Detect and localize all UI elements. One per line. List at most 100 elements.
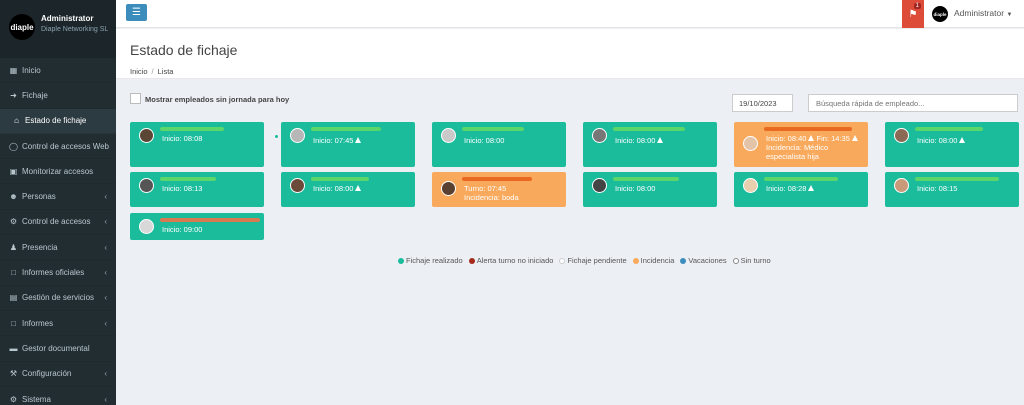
notifications-count-badge: 1 [913, 3, 921, 9]
warning-icon [355, 185, 362, 191]
employee-name-redacted [160, 127, 224, 131]
legend-dot [468, 257, 475, 264]
sidebar-item-gestion-servicios[interactable]: ▤ Gestión de servicios ‹ [0, 286, 116, 311]
chevron-left-icon: ‹ [104, 318, 107, 328]
sidebar-toggle-button[interactable]: ☰ [126, 4, 147, 21]
employee-card[interactable]: Inicio: 08:13 [130, 172, 264, 207]
sidebar-item-informes[interactable]: □ Informes ‹ [0, 311, 116, 337]
sidebar-item-control-accesos[interactable]: ⚙ Control de accesos ‹ [0, 210, 116, 236]
user-menu[interactable]: Administrator ▼ [954, 8, 1012, 18]
status-legend: Fichaje realizado Alerta turno no inicia… [398, 256, 771, 265]
sidebar-item-label: Informes oficiales [22, 268, 85, 278]
page-title: Estado de fichaje [130, 42, 238, 58]
sidebar-item-inicio[interactable]: ▦ Inicio [0, 58, 116, 84]
sidebar-item-estado-de-fichaje[interactable]: ⌂ Estado de fichaje [0, 108, 116, 134]
sidebar-item-configuracion[interactable]: ⚒ Configuración ‹ [0, 362, 116, 387]
sidebar: diaple Administrator Diaple Networking S… [0, 0, 116, 405]
card-line-1: Inicio: 08:13 [162, 184, 203, 193]
wrench-icon: ⚒ [9, 369, 18, 379]
sidebar-item-control-accesos-web[interactable]: ◯ Control de accesos Web [0, 134, 116, 160]
card-text: Inicio: 08:00 [313, 184, 354, 193]
employee-card[interactable]: Inicio: 08:28 [734, 172, 868, 207]
sidebar-item-label: Presencia [22, 242, 58, 252]
employee-avatar [743, 136, 758, 151]
users-icon: ☻ [9, 192, 18, 202]
notifications-button[interactable]: ⚑ 1 [902, 0, 924, 28]
user-panel: diaple Administrator Diaple Networking S… [0, 0, 116, 58]
user-avatar[interactable]: diaple [932, 6, 948, 22]
breadcrumb-separator: / [151, 67, 154, 76]
show-without-shift-checkbox[interactable] [130, 93, 141, 104]
user-menu-label: Administrator [954, 8, 1005, 18]
employee-avatar [894, 128, 909, 143]
company-logo: diaple [9, 14, 35, 40]
employee-name-redacted [764, 127, 852, 131]
legend-dot [632, 257, 639, 264]
employee-search-input[interactable] [808, 94, 1018, 112]
breadcrumb: Inicio / Lista [130, 67, 1010, 76]
employee-card[interactable]: Inicio: 08:00 [432, 122, 566, 167]
gear-icon: ⚙ [9, 217, 18, 227]
chevron-left-icon: ‹ [104, 217, 107, 227]
legend-dot [398, 257, 404, 264]
sign-in-icon: ➜ [10, 90, 17, 100]
employee-card[interactable]: Inicio: 08:00 [583, 172, 717, 207]
show-without-shift-label: Mostrar empleados sin jornada para hoy [145, 95, 290, 104]
breadcrumb-home-link[interactable]: Inicio [130, 67, 148, 76]
monitor-icon: ▣ [9, 166, 18, 176]
card-line-1: Turno: 07:45 [464, 184, 507, 193]
list-icon: ▤ [9, 293, 18, 303]
legend-item: Alerta turno no iniciado [468, 256, 553, 265]
sidebar-item-label: Monitorizar accesos [22, 166, 94, 176]
employee-avatar [441, 181, 456, 196]
employee-name-redacted [915, 127, 983, 131]
employee-card[interactable]: Inicio: 08:15 [885, 172, 1019, 207]
employee-card[interactable]: Inicio: 07:45 [281, 122, 415, 167]
user-name: Administrator [41, 14, 94, 23]
sidebar-item-label: Control de accesos [22, 217, 91, 227]
sidebar-item-sistema[interactable]: ⚙ Sistema ‹ [0, 387, 116, 405]
card-line-1: Inicio: 08:15 [917, 184, 958, 193]
employee-card[interactable]: Inicio: 08:00 [885, 122, 1019, 167]
sidebar-item-monitorizar-accesos[interactable]: ▣ Monitorizar accesos [0, 159, 116, 185]
employee-name-redacted [160, 218, 260, 222]
employee-avatar [743, 178, 758, 193]
folder-icon: ▬ [9, 343, 18, 353]
employee-card[interactable]: Inicio: 08:08 [130, 122, 264, 167]
chevron-left-icon: ‹ [104, 293, 107, 303]
circle-icon: ◯ [9, 141, 18, 151]
sidebar-item-label: Personas [22, 192, 56, 202]
card-line-1: Inicio: 08:00 [313, 184, 362, 193]
file-icon: □ [11, 318, 16, 328]
legend-item: Fichaje realizado [398, 256, 463, 265]
filter-row: Mostrar empleados sin jornada para hoy [130, 93, 1018, 113]
sidebar-item-informes-oficiales[interactable]: □ Informes oficiales ‹ [0, 260, 116, 286]
employee-card[interactable]: Inicio: 09:00 [130, 213, 264, 240]
employee-card[interactable]: Inicio: 08:40 Fin: 14:35 Incidencia: Méd… [734, 122, 868, 167]
card-text: Inicio: 08:40 [766, 134, 807, 143]
top-navbar: ☰ ⚑ 1 diaple Administrator ▼ [116, 0, 1024, 28]
date-field[interactable] [732, 94, 793, 112]
sidebar-item-presencia[interactable]: ♟ Presencia ‹ [0, 235, 116, 261]
sidebar-item-fichaje[interactable]: ➜ Fichaje [0, 83, 116, 109]
file-icon: □ [11, 268, 16, 278]
sidebar-item-label: Estado de fichaje [25, 116, 87, 126]
main-content: Estado de fichaje Inicio / Lista Mostrar e… [116, 29, 1024, 405]
legend-item: Sin turno [732, 256, 771, 265]
employee-card[interactable]: Inicio: 08:00 [583, 122, 717, 167]
sidebar-item-gestor-documental[interactable]: ▬ Gestor documental [0, 336, 116, 362]
employee-card[interactable]: Turno: 07:45 Incidencia: boda [432, 172, 566, 207]
sidebar-item-label: Informes [22, 318, 54, 328]
employee-avatar [139, 219, 154, 234]
legend-label: Fichaje pendiente [567, 256, 627, 265]
card-line-1: Inicio: 08:40 Fin: 14:35 [766, 134, 858, 143]
card-text: Inicio: 08:00 [917, 136, 958, 145]
legend-item: Fichaje pendiente [559, 256, 627, 265]
card-line-1: Inicio: 09:00 [162, 225, 203, 234]
sidebar-item-personas[interactable]: ☻ Personas ‹ [0, 184, 116, 210]
status-dot [275, 135, 278, 138]
employee-card[interactable]: Inicio: 08:00 [281, 172, 415, 207]
gear-icon: ⚙ [9, 394, 18, 404]
employee-avatar [290, 128, 305, 143]
legend-item: Incidencia [632, 256, 674, 265]
